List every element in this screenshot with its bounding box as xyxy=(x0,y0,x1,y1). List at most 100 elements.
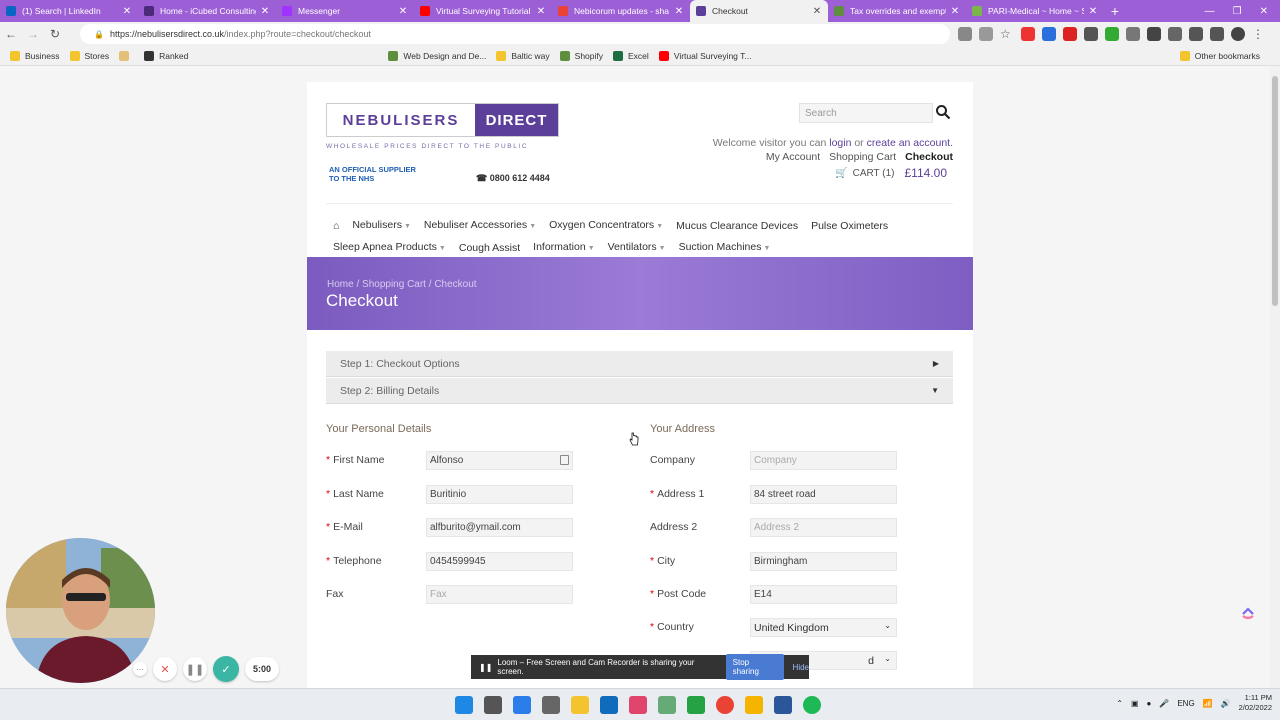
menu-item[interactable]: Oxygen Concentrators ▼ xyxy=(549,215,663,237)
chevron-up-icon[interactable]: ⌃ xyxy=(1116,699,1123,708)
reading-list-icon[interactable] xyxy=(1189,27,1203,41)
extension-icon[interactable] xyxy=(1084,27,1098,41)
city-input[interactable]: Birmingham xyxy=(750,551,897,571)
bookmark-item[interactable]: Ranked xyxy=(144,50,188,61)
cancel-recording-icon[interactable]: ✕ xyxy=(153,657,177,681)
extension-icon[interactable] xyxy=(1105,27,1119,41)
bookmark-item[interactable]: Web Design and De... xyxy=(388,50,486,61)
bookmark-item[interactable]: Baltic way xyxy=(496,50,550,61)
browser-tab[interactable]: Nebicorum updates - sha ✕ xyxy=(552,0,690,22)
slack-icon[interactable] xyxy=(629,696,647,714)
stop-sharing-button[interactable]: Stop sharing xyxy=(725,654,784,680)
close-tab-icon[interactable]: ✕ xyxy=(812,6,822,17)
microphone-icon[interactable]: 🎤 xyxy=(1159,699,1169,708)
autofill-icon[interactable] xyxy=(560,455,569,465)
bookmark-item[interactable]: Excel xyxy=(613,50,649,61)
back-icon[interactable]: ← xyxy=(0,27,22,41)
wifi-icon[interactable]: 📶 xyxy=(1203,699,1213,708)
close-tab-icon[interactable]: ✕ xyxy=(950,6,960,17)
breadcrumb-home[interactable]: Home xyxy=(327,279,354,290)
other-bookmarks[interactable]: Other bookmarks xyxy=(1179,51,1260,61)
reload-icon[interactable]: ↻ xyxy=(44,27,66,41)
menu-item[interactable]: Ventilators ▼ xyxy=(608,237,666,259)
close-tab-icon[interactable]: ✕ xyxy=(1088,6,1098,17)
tray-icon[interactable]: ▣ xyxy=(1131,699,1139,708)
scrollbar-thumb[interactable] xyxy=(1272,76,1278,306)
menu-item[interactable]: Mucus Clearance Devices xyxy=(676,216,798,236)
close-tab-icon[interactable]: ✕ xyxy=(674,6,684,17)
spotify-icon[interactable] xyxy=(803,696,821,714)
menu-item[interactable]: Suction Machines ▼ xyxy=(679,237,771,259)
menu-dots-icon[interactable]: ⋮ xyxy=(1252,27,1266,41)
close-window-icon[interactable]: ✕ xyxy=(1260,6,1268,17)
search-icon[interactable] xyxy=(935,103,951,121)
menu-item[interactable]: Pulse Oximeters xyxy=(811,216,888,236)
browser-tab[interactable]: PARI-Medical ~ Home ~ S ✕ xyxy=(966,0,1104,22)
close-tab-icon[interactable]: ✕ xyxy=(122,6,132,17)
extension-icon[interactable] xyxy=(1147,27,1161,41)
app-icon[interactable] xyxy=(658,696,676,714)
checkout-link[interactable]: Checkout xyxy=(905,151,953,163)
menu-item[interactable]: Nebulisers ▼ xyxy=(352,215,411,237)
minimize-icon[interactable]: — xyxy=(1205,6,1215,17)
browser-tab[interactable]: Virtual Surveying Tutorial ✕ xyxy=(414,0,552,22)
share-icon[interactable] xyxy=(979,27,993,41)
site-logo[interactable]: NEBULISERS DIRECT WHOLESALE PRICES DIREC… xyxy=(326,103,559,150)
fax-input[interactable]: Fax xyxy=(426,585,573,604)
media-icon[interactable] xyxy=(1210,27,1224,41)
login-link[interactable]: login xyxy=(829,137,851,149)
last-name-input[interactable]: Buritinio xyxy=(426,484,573,504)
extension-icon[interactable] xyxy=(1126,27,1140,41)
bookmark-item[interactable]: Business xyxy=(10,50,60,61)
pause-icon[interactable]: ❚❚ xyxy=(183,657,207,681)
extension-icon[interactable] xyxy=(1021,27,1035,41)
bookmark-star-icon[interactable]: ☆ xyxy=(1000,27,1014,41)
bookmark-item[interactable]: Shopify xyxy=(559,50,603,61)
menu-item[interactable]: Nebuliser Accessories ▼ xyxy=(424,215,536,237)
outlook-icon[interactable] xyxy=(600,696,618,714)
country-select[interactable]: United Kingdom ⌄ xyxy=(750,618,897,637)
language-indicator[interactable]: ENG xyxy=(1177,699,1194,708)
telephone-input[interactable]: 0454599945 xyxy=(426,551,573,571)
file-explorer-icon[interactable] xyxy=(571,696,589,714)
address-1-input[interactable]: 84 street road xyxy=(750,484,897,504)
widgets-icon[interactable] xyxy=(513,696,531,714)
more-options-icon[interactable]: ⋯ xyxy=(133,662,147,676)
chrome-icon[interactable] xyxy=(716,696,734,714)
whatsapp-icon[interactable] xyxy=(687,696,705,714)
home-icon[interactable]: ⌂ xyxy=(333,216,339,236)
bookmark-item[interactable]: Virtual Surveying T... xyxy=(658,50,751,61)
clickup-icon[interactable] xyxy=(1240,604,1256,620)
maximize-icon[interactable]: ❐ xyxy=(1233,6,1242,17)
page-scrollbar[interactable] xyxy=(1270,66,1280,688)
extension-icon[interactable] xyxy=(1042,27,1056,41)
e-mail-input[interactable]: alfburito@ymail.com xyxy=(426,518,573,537)
browser-tab[interactable]: Messenger ✕ xyxy=(276,0,414,22)
menu-item[interactable]: Sleep Apnea Products ▼ xyxy=(333,237,446,259)
profile-icon[interactable] xyxy=(1231,27,1245,41)
task-view-icon[interactable] xyxy=(484,696,502,714)
menu-item[interactable]: Information ▼ xyxy=(533,237,594,259)
cast-icon[interactable] xyxy=(958,27,972,41)
finish-recording-icon[interactable]: ✓ xyxy=(213,656,239,682)
company-input[interactable]: Company xyxy=(750,451,897,470)
cart-summary[interactable]: 🛒 CART (1) £114.00 xyxy=(835,166,947,180)
new-tab-icon[interactable]: + xyxy=(1104,0,1126,22)
breadcrumb-shopping-cart[interactable]: Shopping Cart xyxy=(362,279,426,290)
first-name-input[interactable]: Alfonso xyxy=(426,451,573,470)
start-icon[interactable] xyxy=(455,696,473,714)
clock[interactable]: 1:11 PM 2/02/2022 xyxy=(1239,693,1272,713)
close-tab-icon[interactable]: ✕ xyxy=(398,6,408,17)
word-icon[interactable] xyxy=(774,696,792,714)
menu-item[interactable]: Cough Assist xyxy=(459,238,520,258)
phone-number[interactable]: ☎ 0800 612 4484 xyxy=(476,173,550,184)
create-account-link[interactable]: create an account. xyxy=(867,137,953,149)
breadcrumb-checkout[interactable]: Checkout xyxy=(434,279,476,290)
close-tab-icon[interactable]: ✕ xyxy=(260,6,270,17)
tray-icon[interactable]: ● xyxy=(1147,699,1152,708)
volume-icon[interactable]: 🔊 xyxy=(1221,699,1231,708)
browser-tab[interactable]: (1) Search | LinkedIn ✕ xyxy=(0,0,138,22)
search-input[interactable]: Search xyxy=(799,103,933,123)
my-account-link[interactable]: My Account xyxy=(766,151,820,163)
hide-button[interactable]: Hide xyxy=(793,663,809,672)
